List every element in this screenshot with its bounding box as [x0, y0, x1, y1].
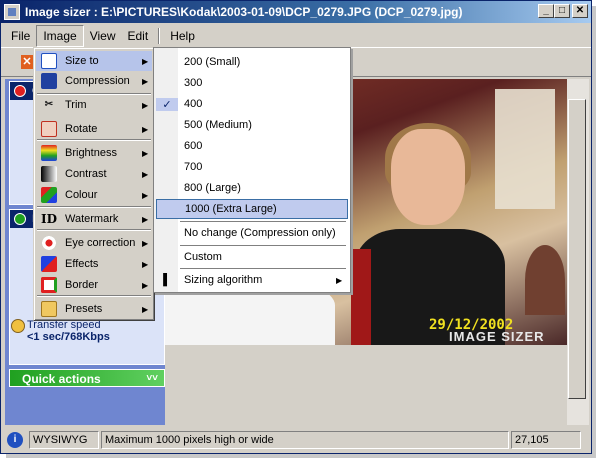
size-option-600[interactable]: 600	[156, 136, 348, 156]
photo-watermark: IMAGE SIZER	[449, 329, 545, 344]
size-option-500[interactable]: 500 (Medium)	[156, 115, 348, 135]
status-mode: WYSIWYG	[29, 431, 99, 449]
vertical-scrollbar[interactable]	[567, 79, 589, 425]
submenu-arrow-icon: ▶	[336, 275, 343, 285]
scissors-icon: ✂	[44, 99, 54, 110]
info-icon[interactable]: i	[7, 432, 23, 448]
menu-bar: File Image View Edit Help	[1, 25, 591, 47]
menu-item-contrast[interactable]: Contrast ▶	[36, 164, 152, 184]
size-to-submenu: 200 (Small) 300 ✓ 400 500 (Medium) 600 7…	[153, 47, 351, 293]
minimize-button[interactable]: _	[538, 4, 554, 18]
folder-icon	[41, 301, 57, 317]
submenu-arrow-icon: ▶	[142, 214, 149, 224]
watermark-icon: ID	[41, 212, 58, 226]
menu-separator	[158, 28, 161, 44]
transfer-speed: Transfer speed <1 sec/768Kbps	[11, 319, 110, 343]
status-bar: i WYSIWYG Maximum 1000 pixels high or wi…	[1, 427, 591, 453]
submenu-arrow-icon: ▶	[142, 148, 149, 158]
image-menu: Size to ▶ Compression ▶ ✂ Trim ▶ Rotate …	[33, 47, 155, 321]
menu-help[interactable]: Help	[164, 26, 201, 46]
close-image-icon[interactable]: ✕	[21, 55, 33, 69]
app-icon[interactable]	[4, 4, 20, 20]
red-status-icon	[14, 85, 26, 97]
algorithm-icon: ▌	[163, 274, 171, 286]
size-option-custom[interactable]: Custom	[156, 247, 348, 267]
submenu-arrow-icon: ▶	[142, 76, 149, 86]
submenu-arrow-icon: ▶	[142, 280, 149, 290]
app-window: Image sizer : E:\PICTURES\Kodak\2003-01-…	[0, 0, 592, 454]
quick-actions-header[interactable]: Quick actions ˅˅	[9, 369, 165, 387]
colour-icon	[41, 187, 57, 203]
size-option-no-change[interactable]: No change (Compression only)	[156, 223, 348, 243]
size-icon	[41, 53, 57, 69]
contrast-icon	[41, 166, 57, 182]
menu-item-brightness[interactable]: Brightness ▶	[36, 143, 152, 163]
green-status-icon	[14, 213, 26, 225]
menu-item-colour[interactable]: Colour ▶	[36, 185, 152, 205]
menu-file[interactable]: File	[5, 26, 36, 46]
scroll-thumb[interactable]	[568, 99, 586, 399]
menu-item-size-to[interactable]: Size to ▶	[36, 51, 152, 71]
maximize-button[interactable]: □	[554, 4, 570, 18]
menu-item-eye-correction[interactable]: Eye correction ▶	[36, 233, 152, 253]
menu-item-rotate[interactable]: Rotate ▶	[36, 119, 152, 139]
check-icon: ✓	[156, 97, 178, 111]
menu-image[interactable]: Image	[36, 25, 84, 47]
title-bar[interactable]: Image sizer : E:\PICTURES\Kodak\2003-01-…	[1, 1, 591, 23]
submenu-arrow-icon: ▶	[142, 304, 149, 314]
eye-icon	[41, 235, 57, 251]
submenu-arrow-icon: ▶	[142, 100, 149, 110]
menu-item-watermark[interactable]: ID Watermark ▶	[36, 209, 152, 229]
menu-view[interactable]: View	[84, 26, 122, 46]
status-message: Maximum 1000 pixels high or wide	[101, 431, 509, 449]
size-option-800[interactable]: 800 (Large)	[156, 178, 348, 198]
compression-icon	[41, 73, 57, 89]
expand-chevron-icon[interactable]: ˅˅	[146, 370, 158, 388]
submenu-arrow-icon: ▶	[142, 238, 149, 248]
effects-icon	[41, 256, 57, 272]
rotate-icon	[41, 121, 57, 137]
submenu-arrow-icon: ▶	[142, 56, 149, 66]
menu-item-compression[interactable]: Compression ▶	[36, 71, 152, 91]
submenu-arrow-icon: ▶	[142, 190, 149, 200]
size-option-200[interactable]: 200 (Small)	[156, 52, 348, 72]
status-coords: 27,105	[511, 431, 581, 449]
transfer-speed-value: <1 sec/768Kbps	[27, 331, 110, 343]
close-button[interactable]: ✕	[572, 4, 588, 18]
size-option-1000[interactable]: 1000 (Extra Large)	[156, 199, 348, 219]
size-option-sizing-algorithm[interactable]: ▌ Sizing algorithm ▶	[156, 270, 348, 290]
menu-item-presets[interactable]: Presets ▶	[36, 299, 152, 319]
menu-item-border[interactable]: Border ▶	[36, 275, 152, 295]
quick-actions-label: Quick actions	[22, 372, 101, 386]
window-title: Image sizer : E:\PICTURES\Kodak\2003-01-…	[25, 5, 463, 19]
submenu-arrow-icon: ▶	[142, 259, 149, 269]
size-option-400[interactable]: ✓ 400	[156, 94, 348, 114]
size-option-700[interactable]: 700	[156, 157, 348, 177]
menu-item-effects[interactable]: Effects ▶	[36, 254, 152, 274]
brightness-icon	[41, 145, 57, 161]
menu-edit[interactable]: Edit	[122, 26, 155, 46]
submenu-arrow-icon: ▶	[142, 169, 149, 179]
border-icon	[41, 277, 57, 293]
submenu-arrow-icon: ▶	[142, 124, 149, 134]
size-option-300[interactable]: 300	[156, 73, 348, 93]
menu-item-trim[interactable]: ✂ Trim ▶	[36, 95, 152, 115]
